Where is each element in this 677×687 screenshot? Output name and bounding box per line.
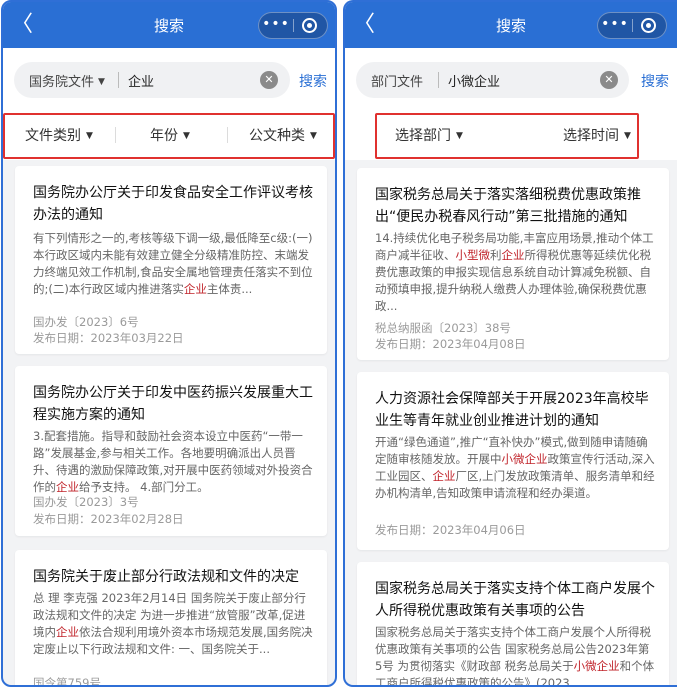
filter-document-category[interactable]: 文件类别 ▼ [25,125,93,145]
search-box: 国务院文件 ▼ 企业 ✕ [14,62,290,98]
filter-label: 公文种类 [249,128,305,144]
result-date: 发布日期：2023年03月22日 [33,331,184,345]
keyword-highlight: 企业 [183,282,207,296]
back-chevron-icon[interactable]: 〈 [9,12,35,38]
result-snippet: 总 理 李克强 2023年2月14日 国务院关于废止部分行政法规和文件的决定 为… [33,590,313,658]
result-card[interactable]: 国家税务总局关于落实落细税费优惠政策推出“便民办税春风行动”第三批措施的通知 1… [357,168,669,360]
snippet-text: 利 [490,248,502,262]
mini-program-capsule: ••• [597,12,667,39]
filter-department[interactable]: 选择部门 ▼ [395,125,463,145]
search-input[interactable]: 企业 [128,71,154,90]
search-bar: 国务院文件 ▼ 企业 ✕ 搜索 [3,48,335,110]
snippet-text: 有下列情形之一的,考核等级下调一级,最低降至c级:(一)本行政区域内未能有效建立… [33,231,313,296]
result-snippet: 14.持续优化电子税务局功能,丰富应用场景,推动个体工商户减半征收、小型微利企业… [375,230,655,315]
caret-down-icon: ▼ [310,131,317,141]
keyword-highlight: 企业 [56,625,79,639]
filter-label: 选择时间 [563,128,619,144]
filter-label: 文件类别 [25,128,81,144]
result-doc-number: 国令第759号 [33,676,101,687]
keyword-highlight: 企业 [432,469,456,483]
scope-divider [438,72,439,88]
navigation-bar: 〈 搜索 ••• [3,2,335,48]
result-card[interactable]: 人力资源社会保障部关于开展2023年高校毕业生等青年就业创业推进计划的通知 开通… [357,372,669,550]
caret-down-icon: ▼ [98,77,105,87]
result-date: 发布日期：2023年04月08日 [375,337,526,351]
caret-down-icon: ▼ [183,131,190,141]
caret-down-icon: ▼ [86,131,93,141]
search-button[interactable]: 搜索 [641,71,669,91]
filter-label: 选择部门 [395,128,451,144]
result-snippet: 有下列情形之一的,考核等级下调一级,最低降至c级:(一)本行政区域内未能有效建立… [33,230,313,298]
keyword-highlight: 企业 [56,480,79,494]
more-dots-icon[interactable]: ••• [259,13,293,38]
result-title: 国务院办公厅关于印发中医药振兴发展重大工程实施方案的通知 [33,385,313,423]
keyword-highlight: 小微企业 [501,452,548,466]
search-button[interactable]: 搜索 [299,71,327,91]
snippet-text: 给予支持。 4.部门分工。 [79,480,209,494]
result-snippet: 开通“绿色通道”,推广“直补快办”模式,做到随申请随确定随审核随发放。开展中小微… [375,434,655,502]
search-scope-dropdown[interactable]: 国务院文件 ▼ [29,71,105,90]
filter-year[interactable]: 年份 ▼ [150,125,190,145]
close-circle-icon[interactable] [302,18,317,33]
filter-divider [115,127,116,143]
filter-bar: 选择部门 ▼ 选择时间 ▼ [345,110,677,160]
search-input[interactable]: 小微企业 [448,71,500,90]
clear-icon[interactable]: ✕ [260,71,278,89]
result-snippet: 3.配套措施。指导和鼓励社会资本设立中医药“一带一路”发展基金,参与相关工作。各… [33,428,313,496]
result-card[interactable]: 国务院关于废止部分行政法规和文件的决定 总 理 李克强 2023年2月14日 国… [15,550,327,687]
filter-bar: 文件类别 ▼ 年份 ▼ 公文种类 ▼ [3,110,335,160]
result-title: 国务院关于废止部分行政法规和文件的决定 [33,569,299,585]
mini-program-capsule: ••• [258,12,328,39]
result-list: 国务院办公厅关于印发食品安全工作评议考核办法的通知 有下列情形之一的,考核等级下… [3,160,335,685]
caret-down-icon: ▼ [456,131,463,141]
filter-divider [227,127,228,143]
result-card[interactable]: 国务院办公厅关于印发中医药振兴发展重大工程实施方案的通知 3.配套措施。指导和鼓… [15,366,327,536]
result-title: 人力资源社会保障部关于开展2023年高校毕业生等青年就业创业推进计划的通知 [375,391,649,429]
right-phone-screen: 〈 搜索 ••• 部门文件 小微企业 ✕ 搜索 选择部门 ▼ 选择时间 ▼ 国家税务… [343,0,677,687]
result-doc-number: 国办发〔2023〕6号 [33,315,139,329]
result-title: 国家税务总局关于落实落细税费优惠政策推出“便民办税春风行动”第三批措施的通知 [375,187,641,225]
result-list: 国家税务总局关于落实落细税费优惠政策推出“便民办税春风行动”第三批措施的通知 1… [345,160,677,685]
result-doc-number: 税总纳服函〔2023〕38号 [375,321,511,335]
result-date: 发布日期：2023年04月06日 [375,523,526,537]
result-card[interactable]: 国家税务总局关于落实支持个体工商户发展个人所得税优惠政策有关事项的公告 国家税务… [357,562,669,685]
result-doc-number: 国办发〔2023〕3号 [33,495,139,509]
snippet-text: 主体责... [206,282,253,296]
capsule-divider [632,19,633,32]
caret-down-icon: ▼ [624,131,631,141]
more-dots-icon[interactable]: ••• [598,13,632,38]
back-chevron-icon[interactable]: 〈 [351,12,377,38]
filter-document-type[interactable]: 公文种类 ▼ [249,125,317,145]
result-snippet: 国家税务总局关于落实支持个体工商户发展个人所得税优惠政策有关事项的公告 国家税务… [375,624,655,685]
result-title: 国家税务总局关于落实支持个体工商户发展个人所得税优惠政策有关事项的公告 [375,581,655,619]
clear-icon[interactable]: ✕ [600,71,618,89]
search-box: 部门文件 小微企业 ✕ [356,62,629,98]
search-scope-label: 国务院文件 [29,75,95,90]
left-phone-screen: 〈 搜索 ••• 国务院文件 ▼ 企业 ✕ 搜索 文件类别 ▼ 年份 ▼ 公文种类 ▼ [1,0,337,687]
keyword-highlight: 小型微 [455,248,491,262]
close-circle-icon[interactable] [641,18,656,33]
keyword-highlight: 小微企业 [573,659,620,673]
filter-time[interactable]: 选择时间 ▼ [563,125,631,145]
filter-label: 年份 [150,128,178,144]
result-title: 国务院办公厅关于印发食品安全工作评议考核办法的通知 [33,185,313,223]
search-bar: 部门文件 小微企业 ✕ 搜索 [345,48,677,110]
scope-divider [118,72,119,88]
capsule-divider [293,19,294,32]
search-scope-label[interactable]: 部门文件 [371,71,423,90]
keyword-highlight: 企业 [501,248,525,262]
result-card[interactable]: 国务院办公厅关于印发食品安全工作评议考核办法的通知 有下列情形之一的,考核等级下… [15,166,327,354]
result-date: 发布日期：2023年02月28日 [33,512,184,526]
navigation-bar: 〈 搜索 ••• [345,2,677,48]
